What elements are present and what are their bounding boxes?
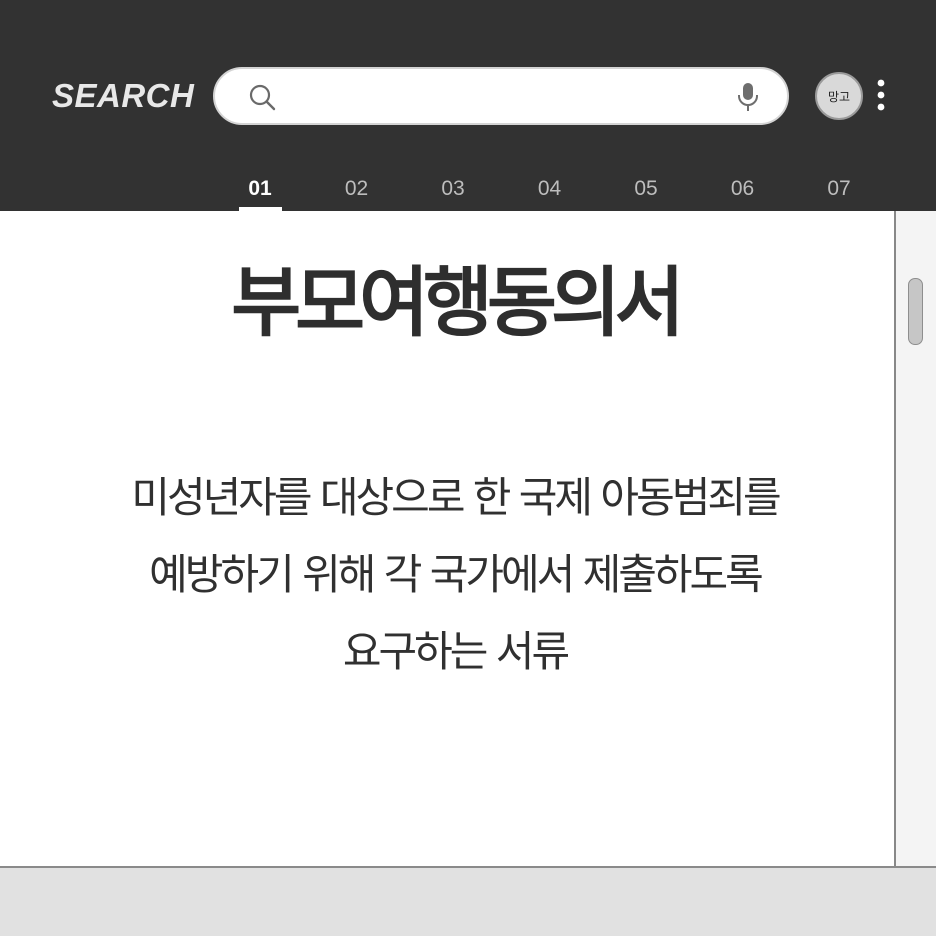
tab-label: 04 [537, 177, 562, 200]
microphone-icon[interactable] [735, 81, 761, 113]
description-line: 미성년자를 대상으로 한 국제 아동범죄를 [131, 473, 781, 522]
tab-02[interactable]: 02 [309, 170, 405, 211]
tab-03[interactable]: 03 [405, 170, 501, 211]
brand-logo: SEARCH [52, 77, 195, 114]
description-line: 요구하는 서류 [342, 627, 570, 676]
tab-bar: 01 02 03 04 05 06 07 [212, 170, 912, 211]
description-line: 예방하기 위해 각 국가에서 제출하도록 [149, 550, 764, 599]
tab-04[interactable]: 04 [502, 170, 598, 211]
more-vertical-icon[interactable] [872, 78, 890, 114]
tab-label: 07 [827, 177, 851, 200]
search-icon[interactable] [247, 82, 279, 114]
scrollbar-thumb[interactable] [908, 278, 923, 345]
description: 미성년자를 대상으로 한 국제 아동범죄를 예방하기 위해 각 국가에서 제출하… [40, 459, 870, 690]
tab-06[interactable]: 06 [695, 170, 791, 211]
avatar-label: 망고 [827, 89, 851, 104]
content-area: 부모여행동의서 미성년자를 대상으로 한 국제 아동범죄를 예방하기 위해 각 … [0, 211, 894, 866]
header-bar: SEARCH 망고 01 02 03 04 05 06 07 [0, 0, 936, 211]
tab-label: 05 [634, 177, 658, 200]
tab-label: 02 [344, 177, 369, 200]
tab-07[interactable]: 07 [791, 170, 887, 211]
app-window: SEARCH 망고 01 02 03 04 05 06 07 부모여행동의서 미… [0, 0, 936, 936]
avatar[interactable]: 망고 [815, 72, 863, 120]
search-input[interactable] [291, 77, 725, 117]
bottom-bar [0, 866, 936, 936]
tab-label: 06 [730, 177, 755, 200]
tab-05[interactable]: 05 [598, 170, 694, 211]
vertical-scrollbar[interactable] [894, 211, 936, 866]
tab-label: 01 [248, 177, 272, 200]
search-box[interactable] [213, 67, 789, 125]
tab-label: 03 [441, 177, 465, 200]
page-title: 부모여행동의서 [231, 258, 684, 347]
tab-01[interactable]: 01 [212, 170, 308, 211]
